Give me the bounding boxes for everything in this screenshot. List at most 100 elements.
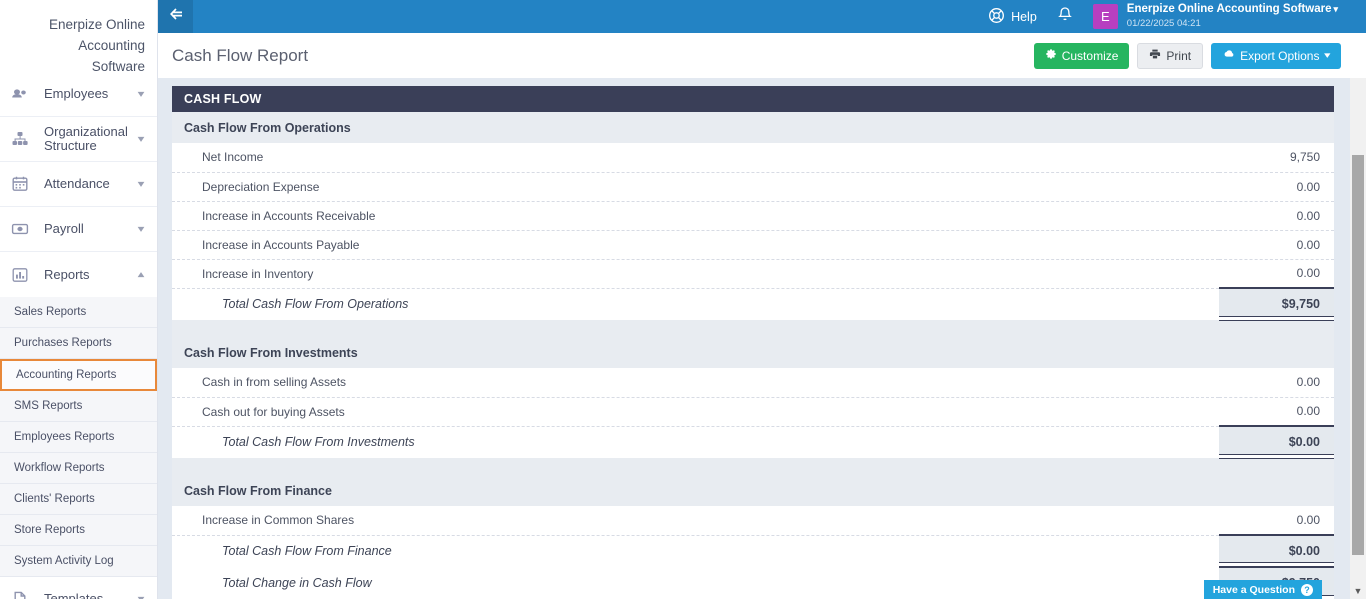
sidebar-item-reports[interactable]: Reports ▾ [0,252,157,297]
page-header: Cash Flow Report Customize Print Export … [158,33,1366,78]
notifications-button[interactable] [1057,6,1073,28]
avatar[interactable]: E [1092,4,1118,29]
row-value: 0.00 [1219,397,1334,427]
row-label: Cash out for buying Assets [172,397,1219,427]
sidebar-item-attendance[interactable]: Attendance ▾ [0,162,157,207]
submenu-item-purchases-reports[interactable]: Purchases Reports [0,328,157,359]
lifebuoy-icon [988,7,1011,27]
submenu-item-sms-reports[interactable]: SMS Reports [0,391,157,422]
chevron-down-icon: ▾ [137,593,145,599]
sidebar-item-organizational-structure[interactable]: Organizational Structure ▾ [0,117,157,162]
question-mark-icon: ? [1301,583,1313,596]
bell-icon [1057,6,1073,28]
section-header-row: Cash Flow From Investments [172,337,1334,368]
topbar-right-group: Help E Enerpize Online Accounting Softwa… [988,0,1366,33]
scroll-down-arrow-icon[interactable]: ▼ [1350,583,1366,599]
table-row: Depreciation Expense 0.00 [172,172,1334,202]
table-row: Increase in Accounts Payable 0.00 [172,230,1334,260]
grand-total-row: Total Change in Cash Flow $9,750 [172,566,1334,599]
grand-total-label: Total Change in Cash Flow [172,567,1219,599]
have-a-question-widget[interactable]: Have a Question ? [1203,580,1322,599]
brand-line-1: Enerpize Online [48,17,145,32]
total-value: $0.00 [1219,425,1334,459]
row-label: Net Income [172,143,1219,173]
account-name-row: Enerpize Online Accounting Software ▾ [1127,3,1338,15]
print-label: Print [1166,48,1192,63]
collapse-sidebar-button[interactable] [158,0,193,33]
submenu-item-label: Workflow Reports [14,462,105,474]
employees-icon [9,83,31,105]
calendar-icon [9,173,31,195]
total-label: Total Cash Flow From Investments [172,426,1219,458]
sidebar: Enerpize Online Accounting Software Empl… [0,0,158,599]
sidebar-item-payroll[interactable]: Payroll ▾ [0,207,157,252]
export-options-button[interactable]: Export Options ▾ [1211,42,1341,69]
table-row: Increase in Inventory 0.00 [172,259,1334,289]
money-icon [9,218,31,240]
sidebar-item-label: Organizational Structure [44,124,128,153]
row-label: Increase in Accounts Receivable [172,201,1219,231]
row-label: Depreciation Expense [172,172,1219,202]
sidebar-item-templates[interactable]: Templates ▾ [0,577,157,599]
submenu-item-workflow-reports[interactable]: Workflow Reports [0,453,157,484]
account-menu[interactable]: Enerpize Online Accounting Software ▾ 01/… [1127,3,1338,30]
help-widget-label: Have a Question [1212,583,1295,596]
submenu-item-system-activity-log[interactable]: System Activity Log [0,546,157,577]
chevron-down-icon: ▾ [1333,4,1338,14]
submenu-item-employees-reports[interactable]: Employees Reports [0,422,157,453]
cash-flow-table: Cash Flow From Operations Net Income 9,7… [172,112,1334,599]
section-total-row: Total Cash Flow From Operations $9,750 [172,287,1334,321]
row-value: 0.00 [1219,230,1334,260]
submenu-item-clients-reports[interactable]: Clients' Reports [0,484,157,515]
chevron-down-icon: ▾ [137,88,145,100]
sidebar-item-label: Attendance [44,176,110,191]
total-label: Total Cash Flow From Operations [172,288,1219,320]
row-label: Increase in Inventory [172,259,1219,289]
submenu-item-label: SMS Reports [14,400,83,412]
row-label: Increase in Accounts Payable [172,230,1219,260]
section-total-row: Total Cash Flow From Investments $0.00 [172,425,1334,459]
total-value: $9,750 [1219,287,1334,321]
cash-flow-report-card: CASH FLOW Cash Flow From Operations Net … [172,86,1334,599]
top-navigation-bar: Help E Enerpize Online Accounting Softwa… [158,0,1366,33]
submenu-item-sales-reports[interactable]: Sales Reports [0,297,157,328]
export-options-label: Export Options [1240,48,1320,63]
avatar-initial: E [1100,9,1110,24]
row-value: 0.00 [1219,201,1334,231]
table-row: Net Income 9,750 [172,143,1334,173]
chevron-down-icon: ▾ [137,178,145,190]
table-row: Increase in Accounts Receivable 0.00 [172,201,1334,231]
section-spacer [172,458,1334,475]
submenu-item-store-reports[interactable]: Store Reports [0,515,157,546]
section-title: Cash Flow From Finance [172,475,1334,506]
sidebar-item-label: Templates [44,591,104,599]
help-button[interactable]: Help [988,7,1037,27]
submenu-item-label: Accounting Reports [16,369,117,381]
submenu-item-label: Employees Reports [14,431,115,443]
collapse-left-icon [166,6,186,27]
table-row: Cash out for buying Assets 0.00 [172,397,1334,427]
brand-line-2: Accounting [78,38,145,53]
submenu-item-label: Store Reports [14,524,85,536]
report-header: CASH FLOW [172,86,1334,112]
scrollbar-thumb[interactable] [1352,155,1364,555]
table-row: Cash in from selling Assets 0.00 [172,368,1334,398]
submenu-item-label: System Activity Log [14,555,114,567]
bar-chart-icon [9,264,31,286]
sidebar-item-label: Payroll [44,221,84,236]
content-scrollbar[interactable]: ▼ [1350,78,1366,599]
chevron-down-icon: ▾ [137,133,145,145]
cloud-icon [1222,48,1240,63]
sidebar-item-employees[interactable]: Employees ▾ [0,72,157,117]
org-structure-icon [9,128,31,150]
submenu-item-accounting-reports[interactable]: Accounting Reports [0,359,157,391]
customize-button[interactable]: Customize [1033,42,1130,69]
reports-submenu: Sales Reports Purchases Reports Accounti… [0,297,157,577]
gear-icon [1045,48,1062,63]
table-row: Increase in Common Shares 0.00 [172,506,1334,536]
row-value: 0.00 [1219,172,1334,202]
total-value: $0.00 [1219,534,1334,568]
section-header-row: Cash Flow From Operations [172,112,1334,143]
sidebar-item-label: Reports [44,266,90,282]
print-button[interactable]: Print [1137,42,1204,69]
